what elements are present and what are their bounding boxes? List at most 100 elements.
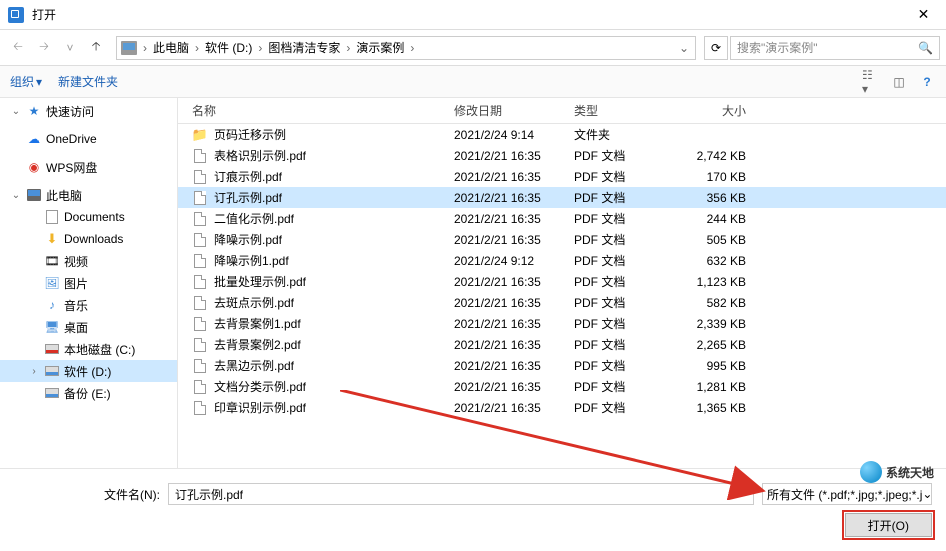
- video-icon: 🎞: [44, 254, 60, 268]
- file-row[interactable]: 降噪示例1.pdf2021/2/24 9:12PDF 文档632 KB: [178, 250, 946, 271]
- drive-icon: [44, 342, 60, 356]
- pdf-icon: [192, 191, 208, 205]
- forward-button[interactable]: 🡢: [32, 36, 56, 60]
- organize-menu[interactable]: 组织 ▾: [10, 73, 42, 90]
- file-date: 2021/2/21 16:35: [454, 233, 574, 247]
- sidebar-item-drive-e[interactable]: 备份 (E:): [0, 382, 177, 404]
- file-name: 降噪示例1.pdf: [214, 252, 289, 269]
- file-row[interactable]: 订痕示例.pdf2021/2/21 16:35PDF 文档170 KB: [178, 166, 946, 187]
- file-row[interactable]: 降噪示例.pdf2021/2/21 16:35PDF 文档505 KB: [178, 229, 946, 250]
- file-row[interactable]: 二值化示例.pdf2021/2/21 16:35PDF 文档244 KB: [178, 208, 946, 229]
- chevron-right-icon[interactable]: ›: [193, 41, 201, 55]
- sidebar-item-thispc[interactable]: ⌄此电脑: [0, 184, 177, 206]
- recent-dropdown[interactable]: ˅: [58, 36, 82, 60]
- file-name: 印章识别示例.pdf: [214, 399, 306, 416]
- file-type: PDF 文档: [574, 189, 674, 206]
- filename-label: 文件名(N):: [100, 486, 160, 503]
- file-date: 2021/2/21 16:35: [454, 275, 574, 289]
- new-folder-button[interactable]: 新建文件夹: [58, 73, 118, 90]
- file-row[interactable]: 文档分类示例.pdf2021/2/21 16:35PDF 文档1,281 KB: [178, 376, 946, 397]
- file-type-filter[interactable]: 所有文件 (*.pdf;*.jpg;*.jpeg;*.j⌄: [762, 483, 932, 505]
- column-name[interactable]: 名称: [192, 102, 454, 119]
- open-button[interactable]: 打开(O): [845, 513, 932, 537]
- preview-pane-icon[interactable]: ◫: [890, 75, 908, 89]
- sidebar-item-quick-access[interactable]: ⌄★快速访问: [0, 100, 177, 122]
- file-name: 文档分类示例.pdf: [214, 378, 306, 395]
- file-size: 2,742 KB: [674, 149, 754, 163]
- pdf-icon: [192, 296, 208, 310]
- pdf-icon: [192, 359, 208, 373]
- chevron-down-icon[interactable]: ⌄: [10, 106, 22, 117]
- chevron-down-icon[interactable]: ⌄: [10, 190, 22, 201]
- file-row[interactable]: 订孔示例.pdf2021/2/21 16:35PDF 文档356 KB: [178, 187, 946, 208]
- file-size: 1,281 KB: [674, 380, 754, 394]
- file-row[interactable]: 批量处理示例.pdf2021/2/21 16:35PDF 文档1,123 KB: [178, 271, 946, 292]
- chevron-right-icon[interactable]: ›: [141, 41, 149, 55]
- pdf-icon: [192, 254, 208, 268]
- column-date[interactable]: 修改日期: [454, 102, 574, 119]
- bottom-panel: 文件名(N): 所有文件 (*.pdf;*.jpg;*.jpeg;*.j⌄ 打开…: [0, 468, 946, 551]
- file-list-area: 名称 修改日期 类型 大小 📁页码迁移示例2021/2/24 9:14文件夹表格…: [178, 98, 946, 468]
- file-type: PDF 文档: [574, 315, 674, 332]
- chevron-down-icon: ⌄: [922, 487, 932, 501]
- file-row[interactable]: 去黑边示例.pdf2021/2/21 16:35PDF 文档995 KB: [178, 355, 946, 376]
- column-size[interactable]: 大小: [674, 102, 754, 119]
- globe-icon: [860, 461, 882, 483]
- file-size: 505 KB: [674, 233, 754, 247]
- address-dropdown[interactable]: ⌄: [673, 41, 695, 55]
- file-list[interactable]: 📁页码迁移示例2021/2/24 9:14文件夹表格识别示例.pdf2021/2…: [178, 124, 946, 468]
- content-area: ⌄★快速访问 ☁OneDrive ◉WPS网盘 ⌄此电脑 Documents ⬇…: [0, 98, 946, 468]
- sidebar-item-onedrive[interactable]: ☁OneDrive: [0, 128, 177, 150]
- file-date: 2021/2/24 9:14: [454, 128, 574, 142]
- desktop-icon: 🖥: [44, 320, 60, 334]
- chevron-right-icon[interactable]: ›: [344, 41, 352, 55]
- sidebar-item-wps[interactable]: ◉WPS网盘: [0, 156, 177, 178]
- breadcrumb-item[interactable]: 演示案例: [352, 39, 408, 56]
- sidebar-item-drive-c[interactable]: 本地磁盘 (C:): [0, 338, 177, 360]
- file-row[interactable]: 去背景案例2.pdf2021/2/21 16:35PDF 文档2,265 KB: [178, 334, 946, 355]
- breadcrumb-item[interactable]: 此电脑: [149, 39, 193, 56]
- file-size: 632 KB: [674, 254, 754, 268]
- view-options-icon[interactable]: ☷ ▾: [862, 75, 880, 89]
- file-name: 二值化示例.pdf: [214, 210, 294, 227]
- sidebar-item-music[interactable]: ♪音乐: [0, 294, 177, 316]
- file-row[interactable]: 表格识别示例.pdf2021/2/21 16:35PDF 文档2,742 KB: [178, 145, 946, 166]
- file-name: 去斑点示例.pdf: [214, 294, 294, 311]
- sidebar-item-pictures[interactable]: 🖼图片: [0, 272, 177, 294]
- sidebar-item-documents[interactable]: Documents: [0, 206, 177, 228]
- file-row[interactable]: 去斑点示例.pdf2021/2/21 16:35PDF 文档582 KB: [178, 292, 946, 313]
- pdf-icon: [192, 149, 208, 163]
- pdf-icon: [192, 338, 208, 352]
- drive-icon: [44, 386, 60, 400]
- refresh-button[interactable]: ⟳: [704, 36, 728, 60]
- file-type: PDF 文档: [574, 378, 674, 395]
- sidebar-item-videos[interactable]: 🎞视频: [0, 250, 177, 272]
- pdf-icon: [192, 380, 208, 394]
- help-icon[interactable]: ?: [918, 75, 936, 89]
- file-name: 订痕示例.pdf: [214, 168, 282, 185]
- window-title: 打开: [32, 6, 901, 23]
- sidebar-item-downloads[interactable]: ⬇Downloads: [0, 228, 177, 250]
- file-date: 2021/2/21 16:35: [454, 338, 574, 352]
- search-icon[interactable]: 🔍: [918, 41, 933, 55]
- chevron-right-icon[interactable]: ›: [256, 41, 264, 55]
- breadcrumb-item[interactable]: 软件 (D:): [201, 39, 256, 56]
- back-button[interactable]: 🡠: [6, 36, 30, 60]
- search-input[interactable]: 搜索"演示案例" 🔍: [730, 36, 940, 60]
- file-row[interactable]: 去背景案例1.pdf2021/2/21 16:35PDF 文档2,339 KB: [178, 313, 946, 334]
- file-size: 244 KB: [674, 212, 754, 226]
- column-type[interactable]: 类型: [574, 102, 674, 119]
- file-type: PDF 文档: [574, 231, 674, 248]
- sidebar-item-desktop[interactable]: 🖥桌面: [0, 316, 177, 338]
- file-row[interactable]: 📁页码迁移示例2021/2/24 9:14文件夹: [178, 124, 946, 145]
- close-button[interactable]: ✕: [901, 0, 946, 30]
- up-button[interactable]: 🡡: [84, 36, 108, 60]
- file-name: 订孔示例.pdf: [214, 189, 282, 206]
- breadcrumb-item[interactable]: 图档清洁专家: [264, 39, 344, 56]
- sidebar-item-drive-d[interactable]: ›软件 (D:): [0, 360, 177, 382]
- filename-input[interactable]: [168, 483, 754, 505]
- breadcrumb[interactable]: › 此电脑 › 软件 (D:) › 图档清洁专家 › 演示案例 › ⌄: [116, 36, 696, 60]
- chevron-right-icon[interactable]: ›: [28, 366, 40, 377]
- file-row[interactable]: 印章识别示例.pdf2021/2/21 16:35PDF 文档1,365 KB: [178, 397, 946, 418]
- chevron-right-icon[interactable]: ›: [408, 41, 416, 55]
